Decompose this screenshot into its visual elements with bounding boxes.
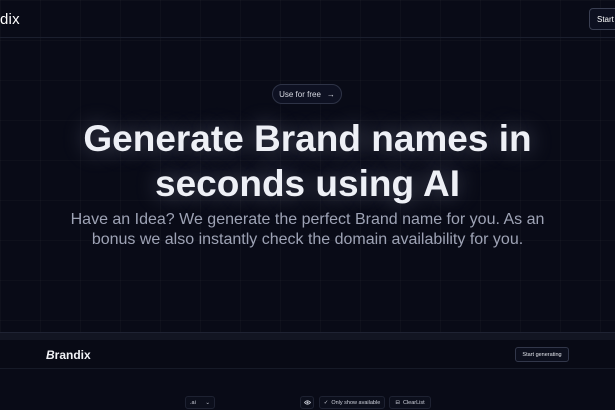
clear-list-label: ClearList <box>402 399 425 406</box>
start-button[interactable]: Start <box>589 8 615 30</box>
toggle-visibility-button[interactable] <box>300 396 314 409</box>
check-icon: ✓ <box>323 399 329 406</box>
tld-select[interactable]: .ai ⌄ <box>185 396 215 409</box>
clear-list-button[interactable]: ⊟ ClearList <box>389 396 431 409</box>
top-navbar: dix Start <box>0 0 615 38</box>
use-for-free-button[interactable]: Use for free → <box>272 84 342 104</box>
use-for-free-label: Use for free <box>279 89 321 99</box>
only-show-available-label: Only show available <box>331 399 381 406</box>
tld-value: .ai <box>190 399 196 406</box>
brandix-logo[interactable]: Brandix <box>46 348 91 362</box>
hero-headline: Generate Brand names in seconds using AI <box>0 116 615 206</box>
headline-line-2: seconds using AI <box>155 163 460 204</box>
eye-icon <box>303 400 311 405</box>
logo-text: randix <box>54 348 91 362</box>
only-show-available-toggle[interactable]: ✓ Only show available <box>319 396 385 409</box>
headline-line-1: Generate Brand names in <box>83 118 532 159</box>
hero-subtext: Have an Idea? We generate the perfect Br… <box>0 210 615 250</box>
logo-initial: B <box>46 348 55 362</box>
brand-name-partial[interactable]: dix <box>0 11 20 28</box>
app-navbar: Brandix Start generating <box>0 340 615 369</box>
subtext-line-2: bonus we also instantly check the domain… <box>91 231 524 248</box>
clear-list-icon: ⊟ <box>395 399 400 406</box>
subtext-line-1: Have an Idea? We generate the perfect Br… <box>70 211 545 228</box>
chevron-down-icon: ⌄ <box>205 399 210 406</box>
arrow-right-icon: → <box>326 89 335 99</box>
start-generating-button[interactable]: Start generating <box>515 347 569 362</box>
